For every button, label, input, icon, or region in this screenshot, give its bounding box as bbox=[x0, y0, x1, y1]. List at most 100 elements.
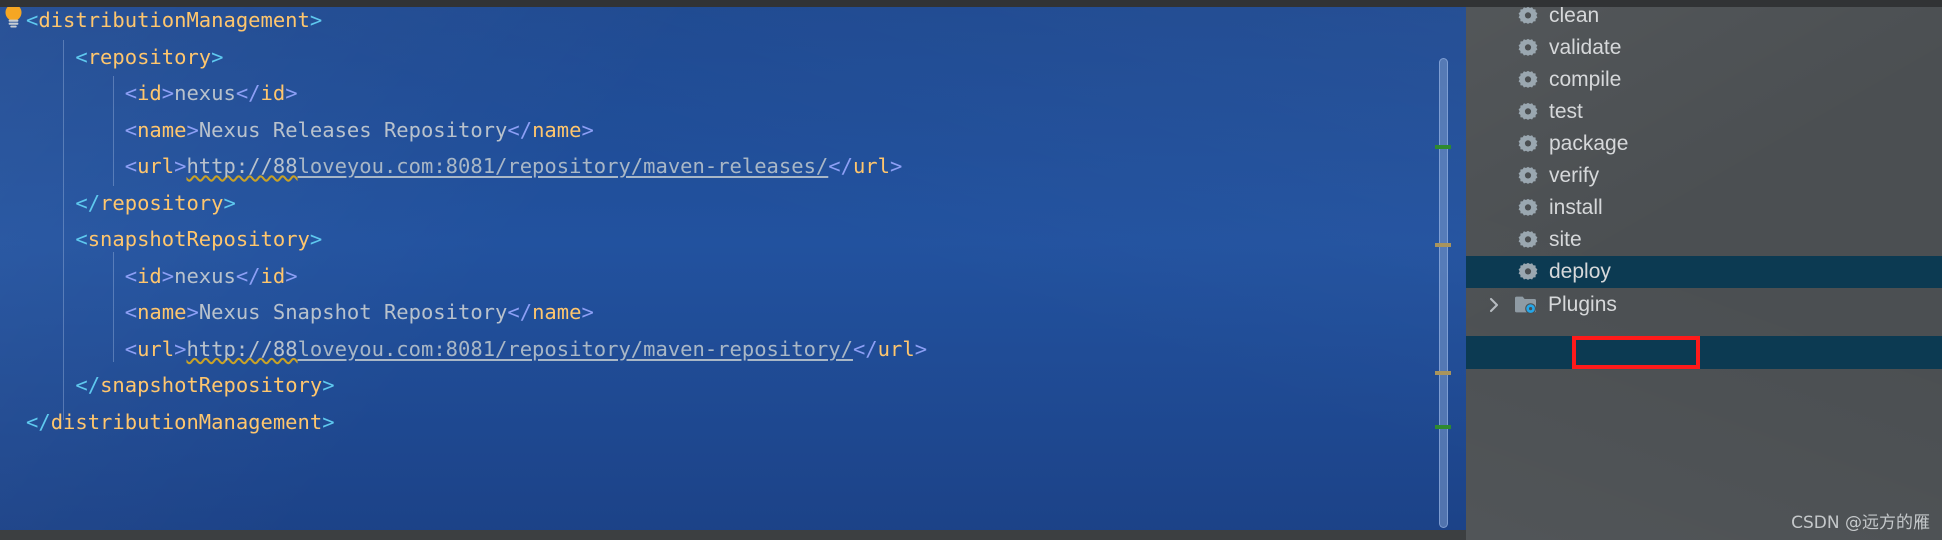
code-token: </ bbox=[235, 263, 261, 288]
plugins-label: Plugins bbox=[1548, 292, 1617, 316]
code-line: </distributionManagement> bbox=[26, 404, 1466, 441]
code-token[interactable]: loveyou.com:8081/repository/maven-reposi… bbox=[298, 337, 853, 361]
gear-icon bbox=[1518, 134, 1538, 154]
gear-icon bbox=[1518, 102, 1538, 122]
maven-goal-label: site bbox=[1549, 228, 1582, 251]
code-token[interactable]: http://88 bbox=[186, 154, 297, 178]
code-token[interactable]: loveyou.com:8081/repository/maven-releas… bbox=[298, 154, 829, 178]
maven-lifecycle-list[interactable]: clean validate compile test package verify ins… bbox=[1466, 0, 1942, 288]
maven-goal-site[interactable]: site bbox=[1466, 224, 1942, 256]
maven-goal-label: install bbox=[1549, 196, 1603, 219]
code-token: > bbox=[285, 263, 298, 288]
code-token: < bbox=[75, 227, 88, 251]
code-token: > bbox=[174, 154, 187, 178]
code-token: id bbox=[137, 263, 162, 288]
code-token: < bbox=[124, 336, 138, 361]
maven-goal-label: compile bbox=[1549, 68, 1622, 91]
code-token: > bbox=[914, 336, 928, 361]
maven-goal-verify[interactable]: verify bbox=[1466, 160, 1942, 192]
code-line: <name>Nexus Releases Repository</name> bbox=[26, 112, 1466, 149]
code-line: <id>nexus</id> bbox=[26, 75, 1466, 112]
maven-goal-label: deploy bbox=[1549, 260, 1611, 283]
code-token: </ bbox=[235, 81, 261, 105]
gear-icon bbox=[1518, 38, 1538, 58]
code-token: distributionManagement bbox=[50, 409, 323, 434]
code-token: id bbox=[260, 81, 286, 105]
code-token: url bbox=[852, 154, 890, 178]
code-token: name bbox=[137, 117, 187, 142]
gear-icon bbox=[1518, 262, 1538, 282]
code-line: </repository> bbox=[26, 185, 1466, 222]
code-token: > bbox=[890, 154, 903, 178]
screenshot-root: <distributionManagement> <repository> <i… bbox=[0, 0, 1942, 540]
maven-goal-compile[interactable]: compile bbox=[1466, 64, 1942, 96]
window-top-edge bbox=[0, 0, 1942, 7]
scrollbar-marker-tan bbox=[1435, 371, 1451, 375]
plugins-folder-icon bbox=[1514, 294, 1537, 315]
maven-goal-deploy[interactable]: deploy bbox=[1466, 256, 1942, 288]
code-token: Nexus Snapshot Repository bbox=[198, 300, 508, 324]
code-token: < bbox=[124, 81, 138, 105]
maven-goal-label: clean bbox=[1549, 4, 1600, 27]
code-token: </ bbox=[507, 117, 533, 142]
gear-icon bbox=[1518, 230, 1538, 250]
deploy-selection-strip bbox=[1466, 336, 1942, 369]
code-token: < bbox=[75, 44, 88, 69]
code-line: <repository> bbox=[26, 39, 1466, 76]
code-token: > bbox=[322, 409, 335, 434]
code-token: snapshotRepository bbox=[87, 227, 310, 251]
code-token[interactable]: http://88 bbox=[186, 337, 297, 361]
code-token: > bbox=[309, 227, 323, 251]
code-token: > bbox=[186, 117, 199, 142]
code-token: > bbox=[322, 373, 335, 397]
maven-goal-test[interactable]: test bbox=[1466, 96, 1942, 128]
code-line: </snapshotRepository> bbox=[26, 367, 1466, 404]
code-token: < bbox=[124, 263, 138, 288]
editor-gutter[interactable] bbox=[0, 0, 26, 540]
chevron-right-icon[interactable] bbox=[1484, 296, 1504, 314]
maven-goal-validate[interactable]: validate bbox=[1466, 32, 1942, 64]
maven-goal-label: package bbox=[1549, 132, 1629, 155]
code-token: repository bbox=[87, 44, 212, 69]
lightbulb-icon[interactable] bbox=[4, 4, 23, 28]
maven-goal-install[interactable]: install bbox=[1466, 192, 1942, 224]
code-token: </ bbox=[852, 336, 878, 361]
gear-icon bbox=[1518, 166, 1538, 186]
maven-tool-window[interactable]: clean validate compile test package verify ins… bbox=[1466, 0, 1942, 540]
code-token: name bbox=[532, 300, 582, 324]
scrollbar-thumb[interactable] bbox=[1439, 58, 1448, 528]
code-token: > bbox=[161, 263, 175, 288]
code-line: <url>http://88loveyou.com:8081/repositor… bbox=[26, 148, 1466, 185]
code-token: < bbox=[124, 154, 138, 178]
code-token: url bbox=[137, 154, 175, 178]
code-token: snapshotRepository bbox=[100, 373, 323, 397]
editor-scrollbar[interactable] bbox=[1435, 0, 1451, 540]
code-token: </ bbox=[26, 409, 51, 434]
maven-plugins-node[interactable]: Plugins bbox=[1466, 288, 1942, 321]
maven-goal-label: test bbox=[1549, 100, 1583, 123]
code-line: <snapshotRepository> bbox=[26, 221, 1466, 258]
code-token: name bbox=[137, 300, 187, 324]
maven-goal-package[interactable]: package bbox=[1466, 128, 1942, 160]
code-token: distributionManagement bbox=[38, 8, 310, 32]
code-line: <name>Nexus Snapshot Repository</name> bbox=[26, 294, 1466, 331]
code-token: </ bbox=[75, 373, 101, 397]
code-token: < bbox=[124, 117, 138, 142]
maven-goal-label: verify bbox=[1549, 164, 1600, 187]
code-editor[interactable]: <distributionManagement> <repository> <i… bbox=[0, 0, 1466, 540]
deploy-annotation-box bbox=[1572, 336, 1700, 369]
code-token: < bbox=[26, 8, 39, 32]
code-line: <url>http://88loveyou.com:8081/repositor… bbox=[26, 331, 1466, 368]
code-token: repository bbox=[100, 190, 224, 215]
code-token: </ bbox=[507, 300, 533, 324]
code-token: name bbox=[532, 117, 582, 142]
code-token: < bbox=[124, 300, 138, 324]
code-token: > bbox=[161, 81, 175, 105]
code-token: </ bbox=[75, 190, 101, 215]
editor-code-text[interactable]: <distributionManagement> <repository> <i… bbox=[26, 2, 1466, 440]
editor-bottom-edge bbox=[0, 530, 1466, 540]
code-token: id bbox=[137, 81, 162, 105]
code-token: > bbox=[186, 300, 199, 324]
code-line: <distributionManagement> bbox=[26, 2, 1466, 39]
watermark: CSDN @远方的雁 bbox=[1791, 513, 1930, 533]
